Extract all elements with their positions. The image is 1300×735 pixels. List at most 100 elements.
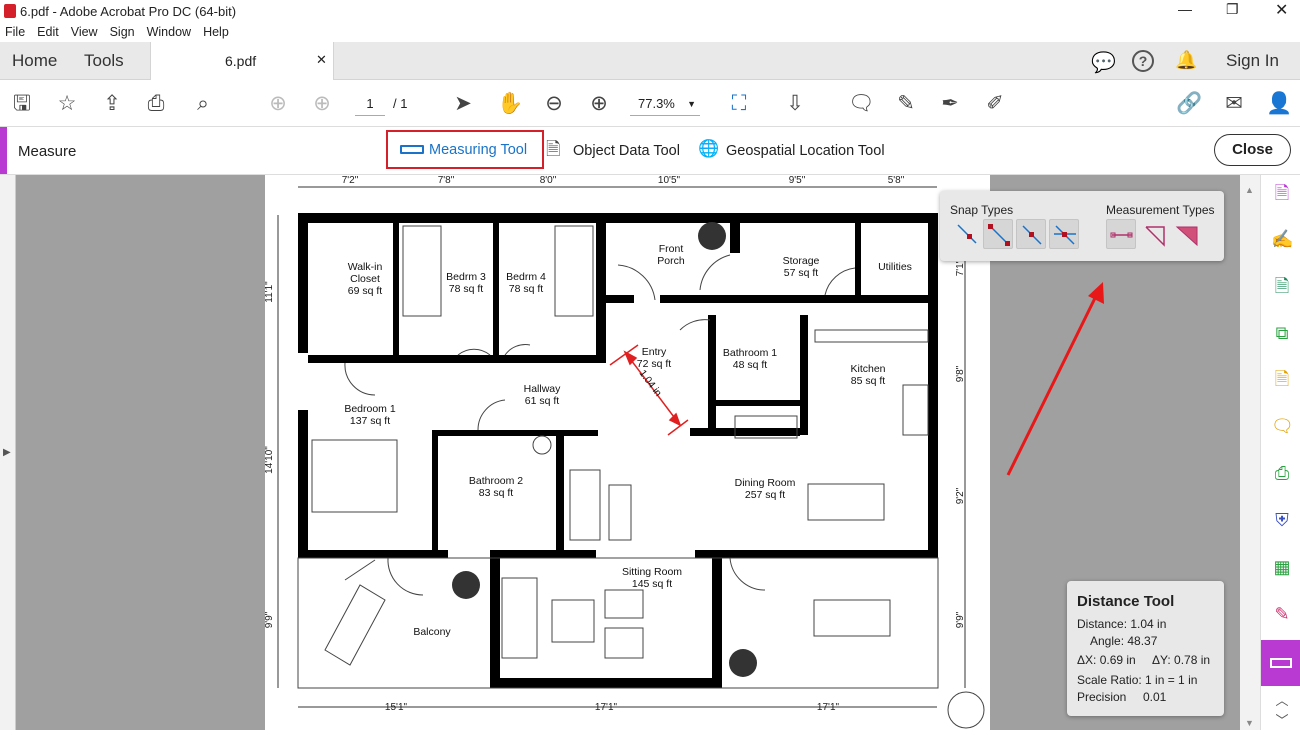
delta-x-value: ΔX: 0.69 in xyxy=(1077,653,1136,667)
highlight-pen-icon[interactable]: ✎ xyxy=(893,91,919,117)
measure-accent-bar xyxy=(0,127,7,174)
next-page-icon[interactable]: ⊕ xyxy=(309,91,335,117)
angle-value: Angle: 48.37 xyxy=(1090,634,1158,648)
delta-y-value: ΔY: 0.78 in xyxy=(1152,653,1211,667)
save-icon[interactable]: 🖫 xyxy=(9,91,35,117)
scroll-mode-icon[interactable]: ⇩ xyxy=(782,91,808,117)
measure-toolbar: Measure Measuring Tool 🗎 Object Data Too… xyxy=(0,127,1300,175)
title-bar: 6.pdf - Adobe Acrobat Pro DC (64-bit) — … xyxy=(0,0,1300,22)
comment-tool-icon[interactable]: 🗨 xyxy=(1271,415,1294,437)
help-icon[interactable]: ? xyxy=(1132,50,1154,72)
object-data-icon: 🗎 xyxy=(546,139,561,159)
previous-page-icon[interactable]: ⊕ xyxy=(265,91,291,117)
room-bath1-2: 48 sq ft xyxy=(733,359,768,371)
room-closet-3: 69 sq ft xyxy=(348,285,383,297)
snap-to-path-button[interactable] xyxy=(952,219,982,249)
zoom-out-icon[interactable]: ⊖ xyxy=(541,91,567,117)
zoom-level-select[interactable]: 77.3% ▼ xyxy=(630,92,700,116)
room-closet-1: Walk-in xyxy=(348,261,383,273)
restore-button[interactable]: ❐ xyxy=(1226,1,1239,18)
measure-tool-active[interactable] xyxy=(1261,640,1300,686)
snap-to-intersections-button[interactable] xyxy=(1049,219,1079,249)
menu-view[interactable]: View xyxy=(71,25,98,39)
room-porch-2: Porch xyxy=(657,255,685,267)
fit-page-icon[interactable]: ⛶ xyxy=(726,91,752,117)
send-for-comments-icon[interactable]: 🗎 xyxy=(1271,368,1293,390)
bell-icon[interactable]: 🔔 xyxy=(1175,50,1197,71)
sign-in-button[interactable]: Sign In xyxy=(1226,42,1279,80)
add-user-icon[interactable]: 👤 xyxy=(1266,91,1292,117)
geospatial-location-tool-button[interactable]: Geospatial Location Tool xyxy=(726,143,885,159)
export-pdf-icon[interactable]: 🗎 xyxy=(1271,182,1293,204)
room-storage-2: 57 sq ft xyxy=(784,267,819,279)
redact-icon[interactable]: ✎ xyxy=(1271,603,1293,625)
dim-left-2: 14'10" xyxy=(265,446,275,474)
tab-home[interactable]: Home xyxy=(12,42,57,80)
fill-sign-icon[interactable]: ✍ xyxy=(1271,228,1293,250)
dim-bottom-3: 17'1" xyxy=(817,702,840,713)
create-pdf-icon[interactable]: 🗎 xyxy=(1271,275,1293,297)
comments-icon[interactable]: 💬 xyxy=(1091,50,1116,75)
chevron-down-icon[interactable]: ﹀ xyxy=(1271,710,1293,732)
room-entry-1: Entry xyxy=(642,346,667,358)
tab-tools[interactable]: Tools xyxy=(84,42,124,80)
precision-value: 0.01 xyxy=(1143,690,1167,704)
rich-media-icon[interactable]: ▦ xyxy=(1271,556,1293,578)
organize-pages-icon[interactable]: ⧉ xyxy=(1271,322,1293,344)
star-icon[interactable]: ☆ xyxy=(54,91,80,117)
page-number-input[interactable]: 1 xyxy=(355,92,385,116)
menu-file[interactable]: File xyxy=(5,25,25,39)
pdf-page[interactable]: 7'2" 7'8" 8'0" 10'5" 9'5" 5'8" 15'1" 17'… xyxy=(264,175,990,730)
dim-top-5: 9'5" xyxy=(789,175,806,186)
protect-icon[interactable]: ⛨ xyxy=(1271,509,1293,531)
vertical-scrollbar[interactable]: ▲ ▼ xyxy=(1240,175,1260,730)
window-title: 6.pdf - Adobe Acrobat Pro DC (64-bit) xyxy=(20,4,237,19)
room-porch-1: Front xyxy=(659,243,684,255)
menu-edit[interactable]: Edit xyxy=(37,25,59,39)
email-icon[interactable]: ✉ xyxy=(1221,91,1247,117)
close-measure-button[interactable]: Close xyxy=(1214,134,1291,166)
area-tool-button[interactable] xyxy=(1172,219,1202,249)
perimeter-tool-button[interactable] xyxy=(1140,219,1170,249)
snap-to-endpoints-button[interactable] xyxy=(983,219,1013,249)
menu-sign[interactable]: Sign xyxy=(110,25,135,39)
sign-icon[interactable]: ✒ xyxy=(937,91,963,117)
scroll-up-icon[interactable]: ▲ xyxy=(1245,185,1254,195)
close-tab-icon[interactable]: ✕ xyxy=(316,52,327,68)
snap-types-panel: Snap Types Measurement Types xyxy=(940,191,1224,261)
walls xyxy=(298,213,938,688)
zoom-in-icon[interactable]: ⊕ xyxy=(586,91,612,117)
close-window-button[interactable]: ✕ xyxy=(1275,0,1288,20)
distance-value: Distance: 1.04 in xyxy=(1077,617,1167,631)
measuring-tool-button[interactable]: Measuring Tool xyxy=(386,130,544,169)
tab-document[interactable]: 6.pdf ✕ xyxy=(150,42,334,81)
distance-tool-title: Distance Tool xyxy=(1077,593,1175,610)
dim-bottom-2: 17'1" xyxy=(595,702,618,713)
chevron-up-icon[interactable]: ︿ xyxy=(1271,690,1293,712)
print-production-icon[interactable]: ⎙ xyxy=(1271,462,1293,484)
minimize-button[interactable]: — xyxy=(1178,1,1192,17)
menu-help[interactable]: Help xyxy=(203,25,229,39)
left-panel-toggle[interactable]: ▶ xyxy=(0,175,16,730)
measurement-label[interactable]: 1.04 in xyxy=(637,368,664,399)
dim-top-3: 8'0" xyxy=(540,175,557,186)
room-dining-1: Dining Room xyxy=(735,477,796,489)
object-data-tool-button[interactable]: Object Data Tool xyxy=(573,143,680,159)
floor-plan: 7'2" 7'8" 8'0" 10'5" 9'5" 5'8" 15'1" 17'… xyxy=(264,175,985,729)
scroll-down-icon[interactable]: ▼ xyxy=(1245,718,1254,728)
upload-cloud-icon[interactable]: ⇪ xyxy=(99,91,125,117)
dim-top-1: 7'2" xyxy=(342,175,359,186)
distance-tool-button[interactable] xyxy=(1106,219,1136,249)
menu-window[interactable]: Window xyxy=(147,25,191,39)
zoom-search-icon[interactable]: ⌕ xyxy=(190,91,216,117)
comment-icon[interactable]: 🗨 xyxy=(848,91,875,117)
room-balcony: Balcony xyxy=(413,626,451,638)
room-utilities: Utilities xyxy=(878,261,912,273)
link-icon[interactable]: 🔗 xyxy=(1176,91,1202,117)
print-icon[interactable]: ⎙ xyxy=(143,91,169,117)
snap-to-midpoints-button[interactable] xyxy=(1016,219,1046,249)
edit-pdf-icon[interactable]: ✐ xyxy=(982,91,1008,117)
hand-tool-icon[interactable]: ✋ xyxy=(497,91,523,117)
select-arrow-icon[interactable]: ➤ xyxy=(450,91,476,117)
room-bed1-2: 137 sq ft xyxy=(350,415,390,427)
